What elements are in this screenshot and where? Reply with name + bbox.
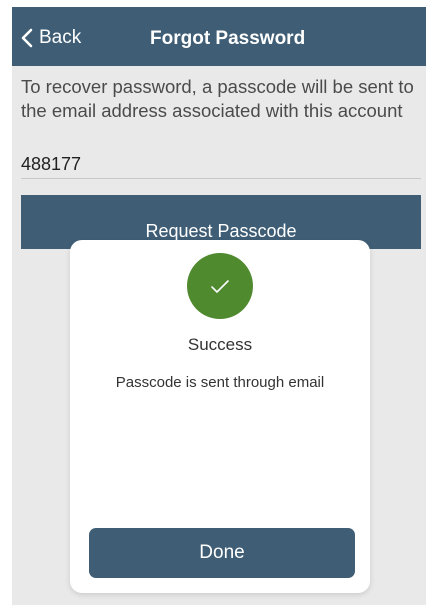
dialog-message: Passcode is sent through email [115, 374, 325, 391]
success-dialog: Success Passcode is sent through email D… [70, 240, 370, 593]
success-badge [187, 253, 253, 319]
back-button[interactable]: Back [21, 27, 81, 49]
passcode-field[interactable] [21, 150, 421, 179]
forgot-password-screen: Back Forgot Password To recover password… [12, 7, 426, 605]
done-button[interactable]: Done [89, 528, 355, 578]
dialog-title: Success [187, 335, 253, 354]
back-label: Back [39, 27, 82, 48]
page-title: Forgot Password [150, 28, 306, 49]
navigation-bar: Back Forgot Password [12, 7, 426, 66]
chevron-left-icon [21, 28, 33, 48]
checkmark-icon [211, 280, 229, 293]
instructions-text: To recover password, a passcode will be … [21, 76, 414, 121]
